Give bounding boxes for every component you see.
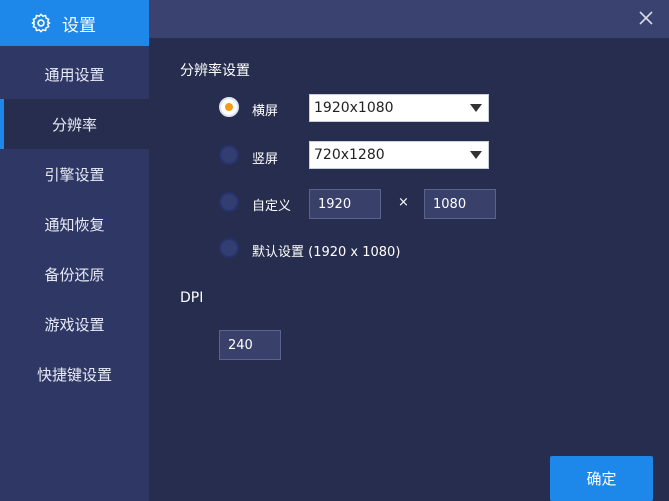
custom-radio[interactable] bbox=[219, 192, 239, 212]
confirm-button[interactable]: 确定 bbox=[550, 456, 653, 501]
sidebar-item-label: 分辨率 bbox=[51, 115, 97, 134]
sidebar-item-label: 游戏设置 bbox=[44, 315, 105, 334]
gear-icon bbox=[31, 13, 51, 33]
sidebar-item-shortcuts[interactable]: 快捷键设置 bbox=[0, 349, 149, 399]
title-bar bbox=[149, 0, 669, 38]
sidebar-item-notifications[interactable]: 通知恢复 bbox=[0, 199, 149, 249]
portrait-resolution-value: 720x1280 bbox=[314, 147, 385, 163]
resolution-section-title: 分辨率设置 bbox=[180, 63, 250, 79]
sidebar-item-resolution[interactable]: 分辨率 bbox=[0, 99, 149, 149]
portrait-resolution-select[interactable]: 720x1280 bbox=[309, 141, 489, 169]
custom-height-input[interactable] bbox=[424, 189, 496, 219]
sidebar-item-engine[interactable]: 引擎设置 bbox=[0, 149, 149, 199]
sidebar-item-label: 备份还原 bbox=[44, 265, 105, 284]
sidebar-item-general[interactable]: 通用设置 bbox=[0, 49, 149, 99]
sidebar-item-game[interactable]: 游戏设置 bbox=[0, 299, 149, 349]
dpi-label: DPI bbox=[180, 290, 204, 306]
chevron-down-icon bbox=[470, 151, 482, 159]
landscape-label: 横屏 bbox=[252, 104, 279, 119]
landscape-resolution-value: 1920x1080 bbox=[314, 100, 394, 116]
portrait-radio[interactable] bbox=[219, 145, 239, 165]
custom-label: 自定义 bbox=[252, 199, 292, 214]
custom-width-input[interactable] bbox=[309, 189, 381, 219]
sidebar-item-label: 通用设置 bbox=[44, 65, 105, 84]
sidebar-item-label: 通知恢复 bbox=[44, 215, 105, 234]
chevron-down-icon bbox=[470, 104, 482, 112]
sidebar-item-label: 快捷键设置 bbox=[36, 365, 112, 384]
sidebar-item-backup[interactable]: 备份还原 bbox=[0, 249, 149, 299]
default-radio[interactable] bbox=[219, 238, 239, 258]
times-separator: × bbox=[398, 195, 409, 210]
portrait-label: 竖屏 bbox=[252, 152, 279, 167]
sidebar: 通用设置 分辨率 引擎设置 通知恢复 备份还原 游戏设置 快捷键设置 bbox=[0, 0, 149, 501]
landscape-radio[interactable] bbox=[219, 97, 239, 117]
settings-title: 设置 bbox=[62, 15, 96, 36]
settings-header: 设置 bbox=[0, 0, 149, 46]
close-icon[interactable] bbox=[637, 9, 655, 27]
landscape-resolution-select[interactable]: 1920x1080 bbox=[309, 94, 489, 122]
dpi-input[interactable] bbox=[219, 330, 281, 360]
sidebar-item-label: 引擎设置 bbox=[44, 165, 105, 184]
default-label: 默认设置 (1920 x 1080) bbox=[252, 245, 401, 260]
